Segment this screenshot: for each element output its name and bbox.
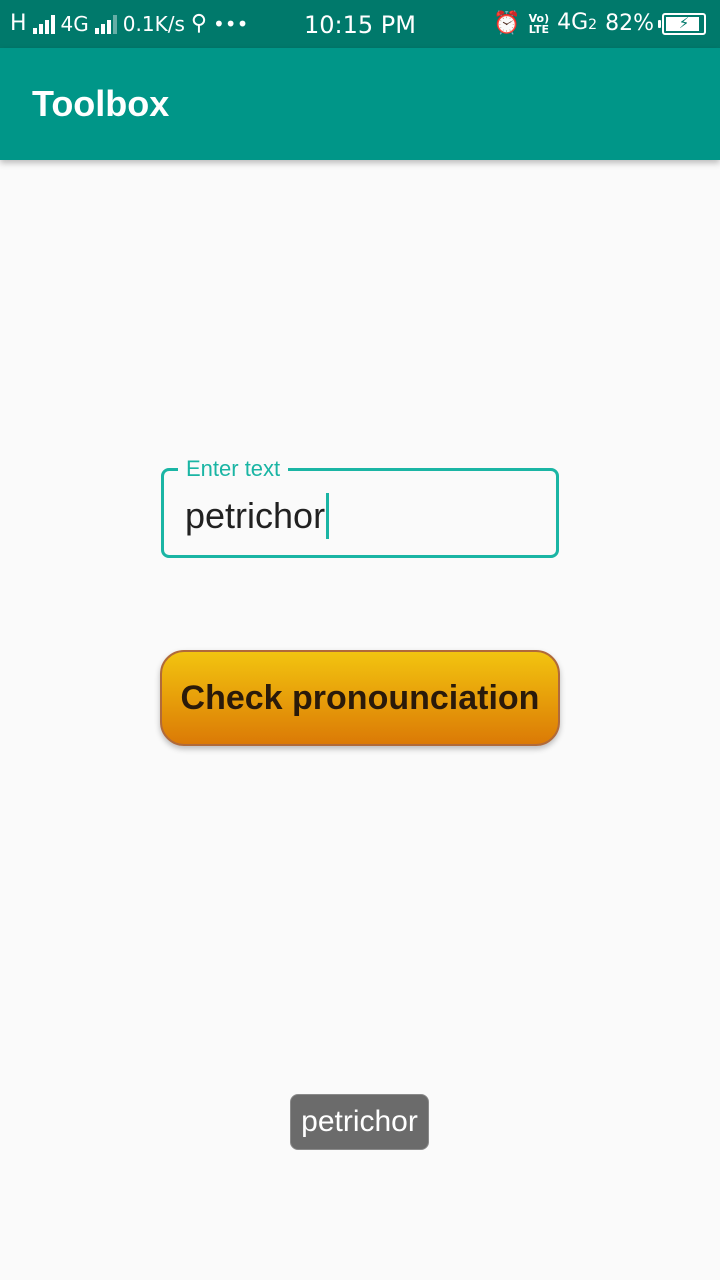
check-pronunciation-button[interactable]: Check pronounciation: [160, 650, 560, 746]
network-type-4g-2: 4G2: [557, 10, 598, 35]
status-right: ⏰ Vo) LTE 4G2 82% ⚡: [493, 0, 706, 48]
toast-message: petrichor: [290, 1094, 429, 1150]
screen: H 4G 0.1K/s ⚲ ••• 10:15 PM ⏰ Vo) LTE 4G2…: [0, 0, 720, 1280]
text-input-label: Enter text: [178, 455, 289, 483]
status-bar: H 4G 0.1K/s ⚲ ••• 10:15 PM ⏰ Vo) LTE 4G2…: [0, 0, 720, 48]
battery-icon: ⚡: [658, 13, 706, 35]
text-input-value-row[interactable]: petrichor: [185, 493, 330, 539]
battery-percent: 82%: [605, 11, 654, 36]
app-bar: Toolbox: [0, 48, 720, 160]
text-cursor: [326, 493, 330, 539]
volte-icon: Vo) LTE: [528, 12, 550, 36]
text-input-field[interactable]: Enter text petrichor: [161, 455, 559, 558]
text-input-value[interactable]: petrichor: [185, 493, 325, 539]
alarm-icon: ⏰: [493, 11, 521, 36]
app-title: Toolbox: [32, 83, 170, 124]
